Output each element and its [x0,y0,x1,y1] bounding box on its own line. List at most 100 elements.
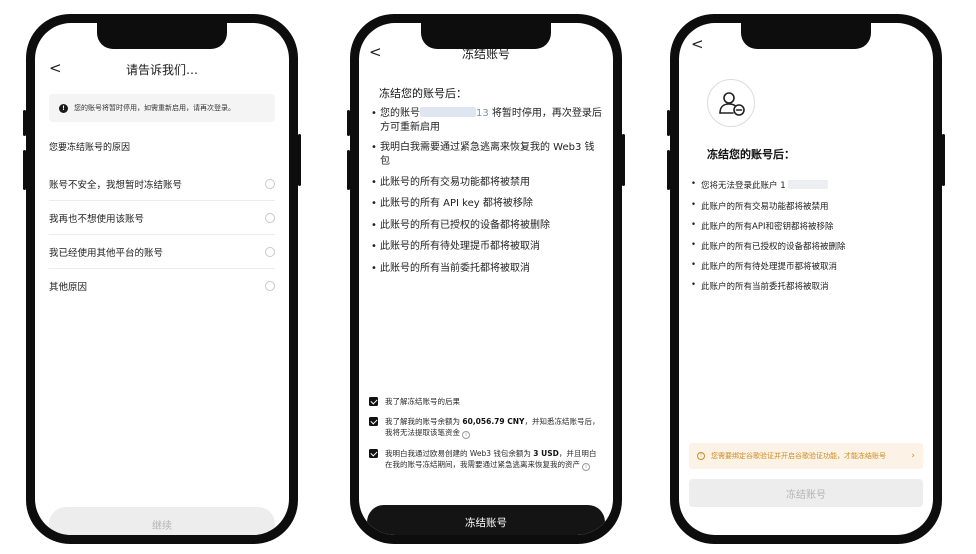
checkbox[interactable] [369,449,378,458]
checkbox[interactable] [369,417,378,426]
bullet-text: 您的账号 [380,108,420,119]
bullet-text: 此账号的所有待处理提币都将被取消 [380,241,540,252]
bullet: • [691,260,697,270]
consequence-item: • 此账号的所有已授权的设备都将被删除 [371,219,603,233]
masked-account [787,180,828,189]
bullet: • [691,220,697,230]
screen: < 请告诉我们… ! 您的账号将暂时停用，如需重新启用，请再次登录。 您要冻结账… [35,23,289,535]
phone-side-button [23,150,26,190]
radio-button[interactable] [265,246,275,257]
info-circle-icon[interactable]: i [462,431,470,439]
screen: < 冻结您的账号后： • 您将无法登录此账户 1 • 此账户的所有交易功能都将被… [679,23,933,535]
web3-balance-amount: 3 USD [533,449,559,458]
reason-label: 我已经使用其他平台的账号 [49,247,164,259]
checkbox[interactable] [369,397,378,406]
reason-option[interactable]: 账号不安全，我想暂时冻结账号 [49,167,275,201]
consequence-item: • 此账号的所有交易功能都将被禁用 [371,176,603,190]
phone-side-button [942,134,945,186]
screen: < 冻结账号 冻结您的账号后： • 您的账号 13 将暂时停用，再次登录后方可重新… [359,23,613,535]
reason-option[interactable]: 其他原因 [49,269,275,303]
bullet: • [371,108,377,119]
bullet: • [371,220,377,231]
checkbox-label: 我明白我通过欧易创建的 Web3 钱包余额为 [385,449,534,458]
consequences-heading: 冻结您的账号后： [707,148,795,161]
radio-button[interactable] [265,212,275,223]
phone-side-button [667,110,670,136]
balance-acknowledge-row[interactable]: 我了解我的账号余额为 60,056.79 CNY，并知悉冻结账号后，我将无法提取… [369,416,601,439]
reason-label: 我再也不想使用该账号 [49,213,145,225]
warning-icon: ! [697,452,705,460]
consequence-item: • 此账户的所有交易功能都将被禁用 [691,200,923,212]
bullet-text: 此账号的所有交易功能都将被禁用 [380,177,530,188]
consequence-item: • 此账户的所有API和密钥都将被移除 [691,220,923,232]
phone-side-button [622,134,625,186]
reason-label: 账号不安全，我想暂时冻结账号 [49,179,183,191]
bullet: • [371,263,377,274]
consequence-item: • 我明白我需要通过紧急逃离来恢复我的 Web3 钱包 [371,141,603,169]
bullet: • [371,177,377,188]
phone-freeze-confirm: < 冻结账号 冻结您的账号后： • 您的账号 13 将暂时停用，再次登录后方可重新… [347,14,625,544]
phone-side-button [23,110,26,136]
radio-button[interactable] [265,281,275,291]
account-prefix: 1 [780,181,786,191]
reason-option[interactable]: 我再也不想使用该账号 [49,201,275,235]
page-title: 请告诉我们… [125,63,198,77]
bullet: • [371,142,377,153]
bullet-text: 此账号的所有当前委托都将被取消 [380,263,530,274]
bullet-text: 此账户的所有当前委托都将被取消 [701,282,829,292]
consequence-item: • 此账户的所有待处理提币都将被取消 [691,260,923,272]
phone-side-button [667,150,670,190]
bullet-text: 您将无法登录此账户 [701,181,778,191]
acknowledge-row[interactable]: 我了解冻结账号的后果 [369,396,601,407]
account-tail: 13 [476,108,489,119]
bullet-text: 我明白我需要通过紧急逃离来恢复我的 Web3 钱包 [380,142,595,167]
google-auth-warning[interactable]: ! 您需要绑定谷歌验证并开启谷歌验证功能，才能冻结账号 › [689,443,923,469]
consequence-item: • 此账号的所有 API key 都将被移除 [371,197,603,211]
consequences-heading: 冻结您的账号后： [379,87,467,100]
consequence-item: • 此账户的所有当前委托都将被取消 [691,280,923,292]
web3-acknowledge-row[interactable]: 我明白我通过欧易创建的 Web3 钱包余额为 3 USD，并且明白在我的账号冻结… [369,448,601,471]
notch [741,23,871,49]
consequence-item: • 此账号的所有待处理提币都将被取消 [371,240,603,254]
freeze-account-button[interactable]: 冻结账号 [689,479,923,507]
consequence-item: • 此账号的所有当前委托都将被取消 [371,262,603,276]
bullet: • [691,200,697,210]
checkbox-label: 我了解冻结账号的后果 [385,397,460,406]
suspend-notice: ! 您的账号将暂时停用，如需重新启用，请再次登录。 [49,94,275,122]
phone-freeze-reason: < 请告诉我们… ! 您的账号将暂时停用，如需重新启用，请再次登录。 您要冻结账… [23,14,301,544]
info-icon: ! [59,103,68,113]
warning-text: 您需要绑定谷歌验证并开启谷歌验证功能，才能冻结账号 [711,451,886,460]
reason-label: 其他原因 [49,282,88,293]
radio-button[interactable] [265,178,275,189]
notch [97,23,227,49]
bullet-text: 此账户的所有待处理提币都将被取消 [701,262,838,272]
bullet: • [691,179,697,189]
consequence-item: • 您将无法登录此账户 1 [691,179,923,191]
notice-text: 您的账号将暂时停用，如需重新启用，请再次登录。 [74,104,235,112]
bullet-text: 此账户的所有已授权的设备都将被删除 [701,242,846,252]
bullet: • [371,241,377,252]
balance-amount: 60,056.79 CNY [462,417,525,426]
user-freeze-icon [707,79,755,127]
info-circle-icon[interactable]: i [582,463,590,471]
bullet-text: 此账户的所有交易功能都将被禁用 [701,202,829,212]
freeze-account-button[interactable]: 冻结账号 [367,505,605,535]
consequence-item: • 此账户的所有已授权的设备都将被删除 [691,240,923,252]
bullet-text: 此账户的所有API和密钥都将被移除 [701,222,834,232]
reason-option[interactable]: 我已经使用其他平台的账号 [49,235,275,269]
consequence-item: • 您的账号 13 将暂时停用，再次登录后方可重新启用 [371,107,603,135]
masked-account [420,107,476,117]
continue-button[interactable]: 继续 [49,507,275,535]
checkbox-label: 我了解我的账号余额为 [385,417,463,426]
bullet: • [371,198,377,209]
phone-freeze-blocked: < 冻结您的账号后： • 您将无法登录此账户 1 • 此账户的所有交易功能都将被… [667,14,945,544]
bullet-text: 此账号的所有已授权的设备都将被删除 [380,220,550,231]
phone-side-button [347,150,350,190]
bullet: • [691,280,697,290]
bullet: • [691,240,697,250]
bullet-text: 此账号的所有 API key 都将被移除 [380,198,533,209]
chevron-right-icon[interactable]: › [911,451,915,461]
back-arrow-icon[interactable]: < [691,37,704,52]
phone-side-button [347,110,350,136]
notch [421,23,551,49]
